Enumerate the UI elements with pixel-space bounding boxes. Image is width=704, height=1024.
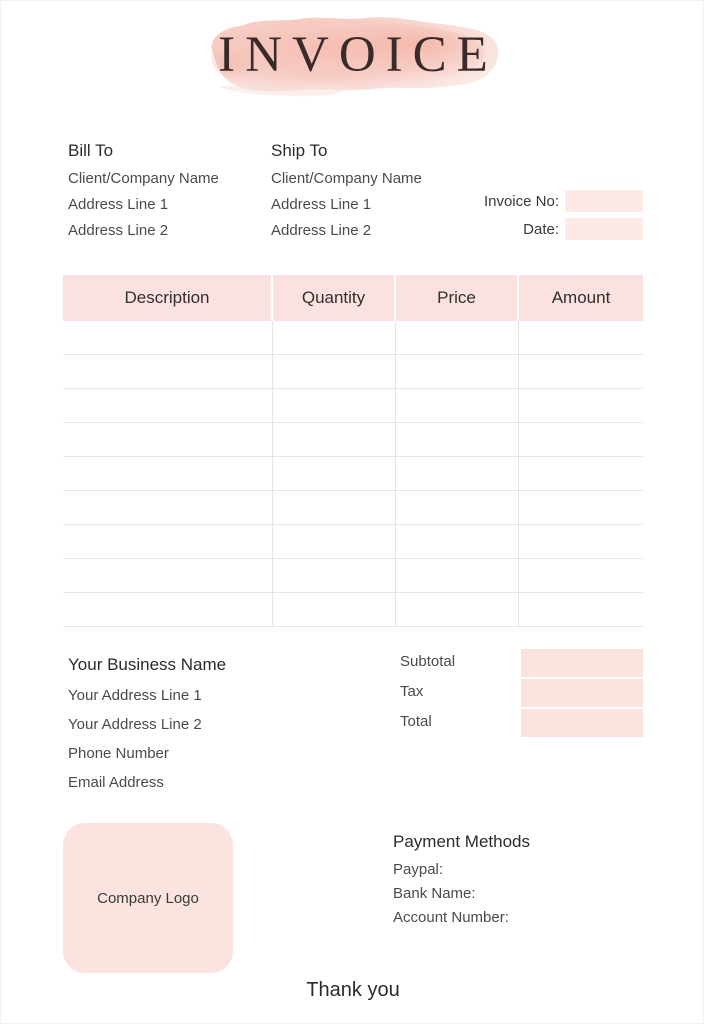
table-body [63,321,643,627]
total-label: Total [400,713,432,730]
table-row[interactable] [63,593,643,627]
cell-description[interactable] [63,525,273,558]
table-row[interactable] [63,491,643,525]
cell-description[interactable] [63,423,273,456]
cell-quantity[interactable] [273,593,396,626]
bill-to-block: Bill To Client/Company Name Address Line… [68,139,268,244]
tax-input[interactable] [521,679,643,707]
business-info-block: Your Business Name Your Address Line 1 Y… [68,651,368,797]
cell-amount[interactable] [519,389,643,422]
business-address-line-1: Your Address Line 1 [68,687,202,704]
bill-to-line-3: Address Line 2 [68,222,169,239]
column-header-quantity: Quantity [273,275,396,321]
column-header-description: Description [63,275,273,321]
table-row[interactable] [63,321,643,355]
cell-quantity[interactable] [273,355,396,388]
table-row[interactable] [63,389,643,423]
cell-price[interactable] [396,593,519,626]
column-header-amount: Amount [551,288,611,307]
cell-amount[interactable] [519,525,643,558]
cell-quantity[interactable] [273,525,396,558]
tax-row: Tax [400,679,643,707]
invoice-no-label: Invoice No: [483,192,559,210]
cell-amount[interactable] [519,559,643,592]
totals-block: Subtotal Tax Total [400,649,643,739]
cell-description[interactable] [63,491,273,524]
total-row: Total [400,709,643,737]
invoice-page: INVOICE Bill To Client/Company Name Addr… [0,0,704,1024]
cell-amount[interactable] [519,593,643,626]
total-input[interactable] [521,709,643,737]
cell-quantity[interactable] [273,491,396,524]
invoice-meta-block: Invoice No: Date: [431,190,643,246]
cell-quantity[interactable] [273,321,396,354]
business-email: Email Address [68,774,164,791]
cell-quantity[interactable] [273,423,396,456]
cell-amount[interactable] [519,321,643,354]
payment-bank-name-label: Bank Name: [393,885,476,902]
business-address-line-2: Your Address Line 2 [68,716,202,733]
company-logo-placeholder[interactable]: Company Logo [63,823,233,973]
cell-description[interactable] [63,457,273,490]
thank-you-message: Thank you [306,979,400,1001]
cell-price[interactable] [396,559,519,592]
table-row[interactable] [63,559,643,593]
ship-to-line-1: Client/Company Name [271,170,422,187]
table-row[interactable] [63,525,643,559]
subtotal-label: Subtotal [400,653,456,670]
payment-paypal-label: Paypal: [393,861,444,878]
cell-amount[interactable] [519,423,643,456]
table-row[interactable] [63,457,643,491]
invoice-no-input[interactable] [565,190,643,212]
payment-methods-title: Payment Methods [393,832,531,851]
page-title: INVOICE [218,27,498,83]
business-name: Your Business Name [68,655,227,674]
date-input[interactable] [565,218,643,240]
tax-label: Tax [400,683,424,700]
cell-description[interactable] [63,321,273,354]
ship-to-title: Ship To [271,141,328,160]
cell-description[interactable] [63,593,273,626]
table-header-row: Description Quantity Price Amount [63,275,643,321]
cell-price[interactable] [396,389,519,422]
line-items-table: Description Quantity Price Amount [63,275,643,627]
subtotal-input[interactable] [521,649,643,677]
table-row[interactable] [63,423,643,457]
cell-amount[interactable] [519,491,643,524]
date-label: Date: [523,220,559,238]
invoice-no-row: Invoice No: [431,190,643,212]
cell-price[interactable] [396,355,519,388]
cell-price[interactable] [396,525,519,558]
date-row: Date: [431,218,643,240]
payment-methods-block: Payment Methods Paypal: Bank Name: Accou… [393,829,653,930]
cell-description[interactable] [63,355,273,388]
bill-to-line-2: Address Line 1 [68,196,169,213]
cell-amount[interactable] [519,355,643,388]
cell-quantity[interactable] [273,559,396,592]
invoice-header: INVOICE [1,1,704,123]
bill-to-line-1: Client/Company Name [68,170,219,187]
table-row[interactable] [63,355,643,389]
business-phone: Phone Number [68,745,169,762]
cell-quantity[interactable] [273,389,396,422]
cell-price[interactable] [396,457,519,490]
cell-amount[interactable] [519,457,643,490]
column-header-price: Price [396,275,519,321]
subtotal-row: Subtotal [400,649,643,677]
cell-description[interactable] [63,389,273,422]
cell-quantity[interactable] [273,457,396,490]
cell-description[interactable] [63,559,273,592]
cell-price[interactable] [396,321,519,354]
payment-account-number-label: Account Number: [393,909,509,926]
cell-price[interactable] [396,491,519,524]
company-logo-label: Company Logo [97,889,199,907]
cell-price[interactable] [396,423,519,456]
bill-to-title: Bill To [68,141,114,160]
